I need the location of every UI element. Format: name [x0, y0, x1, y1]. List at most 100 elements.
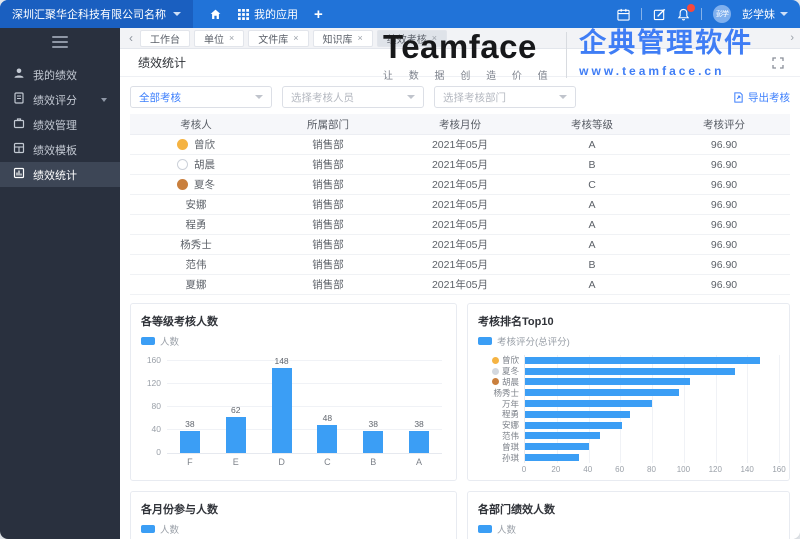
bar-slot: 38: [167, 361, 213, 453]
chart-title: 各月份参与人数: [141, 504, 218, 516]
table-row[interactable]: 夏娜 销售部 2021年05月 A 96.90: [130, 274, 790, 295]
tab-label: 工作台: [150, 34, 180, 46]
y-tick-label: 80: [151, 401, 161, 411]
calendar-icon: [617, 8, 630, 21]
tab-3[interactable]: 知识库 ×: [312, 29, 373, 47]
month-cell: 2021年05月: [394, 254, 526, 275]
close-icon[interactable]: ×: [229, 33, 234, 43]
assessment-select[interactable]: 全部考核: [130, 86, 272, 108]
legend-label: 考核评分(总评分): [497, 337, 570, 348]
content-body: 全部考核 选择考核人员 选择考核部门 导出考核 考核人 所属部门 考核月份 考核等级考: [120, 77, 800, 539]
silver-medal-icon: [177, 159, 188, 170]
chart-card-3: 各月份参与人数人数6040: [130, 491, 457, 539]
dept-cell: 销售部: [262, 254, 394, 275]
open-tabs: 单位 × 文件库 × 知识库 × 绩效考核 ×: [194, 29, 448, 47]
table-row[interactable]: 胡晨 销售部 2021年05月 B 96.90: [130, 154, 790, 175]
bar-slot: 48: [304, 361, 350, 453]
avatar[interactable]: 彭学: [713, 5, 731, 23]
bar: [317, 425, 338, 453]
sidebar-item-label: 绩效评分: [33, 94, 77, 107]
close-icon[interactable]: ×: [293, 33, 298, 43]
column-header: 考核月份: [394, 114, 526, 135]
dept-cell: 销售部: [262, 134, 394, 155]
sidebar-item-1[interactable]: 我的绩效: [0, 62, 120, 87]
y-tick-label: 40: [151, 424, 161, 434]
x-tick-label: C: [324, 457, 331, 467]
company-name: 深圳汇聚华企科技有限公司名称: [12, 9, 166, 21]
top-navbar: 深圳汇聚华企科技有限公司名称 我的应用 + 彭学 彭学妹: [0, 0, 800, 28]
company-menu[interactable]: 深圳汇聚华企科技有限公司名称: [0, 0, 193, 28]
chevron-down-icon: [255, 95, 263, 99]
legend-label: 人数: [160, 525, 180, 536]
tab-4[interactable]: 绩效考核 ×: [376, 29, 448, 47]
sidebar-item-3[interactable]: 绩效管理: [0, 112, 120, 137]
tab-2[interactable]: 文件库 ×: [248, 29, 309, 47]
bar-row: [525, 398, 779, 409]
bar-value-label: 38: [414, 419, 424, 430]
department-select[interactable]: 选择考核部门: [434, 86, 576, 108]
fullscreen-button[interactable]: [772, 56, 784, 69]
category-label: 杨秀士: [478, 387, 524, 398]
grade-cell: B: [526, 254, 658, 275]
tab-label: 单位: [204, 34, 224, 46]
silver-medal-icon: [491, 367, 499, 375]
bar-row: [525, 355, 779, 366]
tabs-overflow-button[interactable]: ›: [790, 32, 794, 44]
template-icon: [13, 142, 25, 157]
dept-cell: 销售部: [262, 174, 394, 195]
assessee-cell: 范伟: [130, 254, 262, 275]
table-row[interactable]: 曾欣 销售部 2021年05月 A 96.90: [130, 134, 790, 155]
my-apps-button[interactable]: 我的应用: [238, 6, 298, 22]
assessee-cell: 安娜: [130, 194, 262, 215]
bar-slot: 148: [259, 356, 305, 453]
chart-card-2: 考核排名Top10 考核评分(总评分) 曾欣 夏冬 胡晨 杨秀士 万年 程勇 安娜 范伟 曾琪 孙琪 0…: [467, 303, 790, 481]
bar: [409, 431, 430, 453]
close-icon[interactable]: ×: [432, 33, 437, 43]
divider: [701, 8, 702, 20]
export-button[interactable]: 导出考核: [733, 90, 790, 105]
bar-row: [525, 452, 779, 463]
table-row[interactable]: 程勇 销售部 2021年05月 A 96.90: [130, 214, 790, 235]
close-icon[interactable]: ×: [358, 33, 363, 43]
sidebar-item-5[interactable]: 绩效统计: [0, 162, 120, 187]
tab-workbench[interactable]: 工作台: [140, 29, 190, 47]
manage-icon: [13, 117, 25, 132]
home-button[interactable]: [209, 8, 222, 21]
month-cell: 2021年05月: [394, 214, 526, 235]
chart-title: 各部门绩效人数: [478, 504, 555, 516]
bar-value-label: 38: [368, 419, 378, 430]
chevron-down-icon: [559, 95, 567, 99]
sidebar-collapse-button[interactable]: [52, 36, 68, 48]
person-select[interactable]: 选择考核人员: [282, 86, 424, 108]
table-row[interactable]: 夏冬 销售部 2021年05月 C 96.90: [130, 174, 790, 195]
gold-medal-icon: [491, 356, 499, 364]
table-row[interactable]: 安娜 销售部 2021年05月 A 96.90: [130, 194, 790, 215]
tabs-back-button[interactable]: ‹: [126, 31, 136, 45]
chart-legend: 人数: [141, 334, 446, 348]
calendar-button[interactable]: [617, 8, 630, 21]
edit-button[interactable]: [653, 8, 666, 21]
add-app-button[interactable]: +: [314, 7, 323, 22]
category-labels: 曾欣 夏冬 胡晨 杨秀士 万年 程勇 安娜 范伟 曾琪 孙琪: [478, 355, 524, 463]
category-label: 程勇: [478, 409, 524, 420]
bar-value-label: 148: [274, 355, 289, 366]
bronze-medal-icon: [177, 179, 188, 190]
user-menu[interactable]: 彭学妹: [742, 6, 788, 22]
tab-1[interactable]: 单位 ×: [194, 29, 245, 47]
sidebar-item-2[interactable]: 绩效评分: [0, 87, 120, 112]
gold-medal-icon: [177, 139, 188, 150]
table-row[interactable]: 范伟 销售部 2021年05月 B 96.90: [130, 254, 790, 275]
x-tick-label: 20: [551, 464, 561, 474]
bar: [525, 443, 589, 451]
assessee-cell: 曾欣: [130, 134, 262, 155]
bar-slot: 38: [396, 361, 442, 453]
assessee-cell: 胡晨: [130, 154, 262, 175]
table-row[interactable]: 杨秀士 销售部 2021年05月 A 96.90: [130, 234, 790, 255]
sidebar-item-4[interactable]: 绩效模板: [0, 137, 120, 162]
export-label: 导出考核: [748, 91, 790, 104]
hbar-chart: 曾欣 夏冬 胡晨 杨秀士 万年 程勇 安娜 范伟 曾琪 孙琪: [478, 355, 780, 463]
notification-badge: [687, 3, 695, 12]
notifications-button[interactable]: [677, 3, 695, 21]
apps-grid-icon: [238, 8, 249, 20]
sidebar-item-label: 绩效统计: [33, 169, 77, 182]
